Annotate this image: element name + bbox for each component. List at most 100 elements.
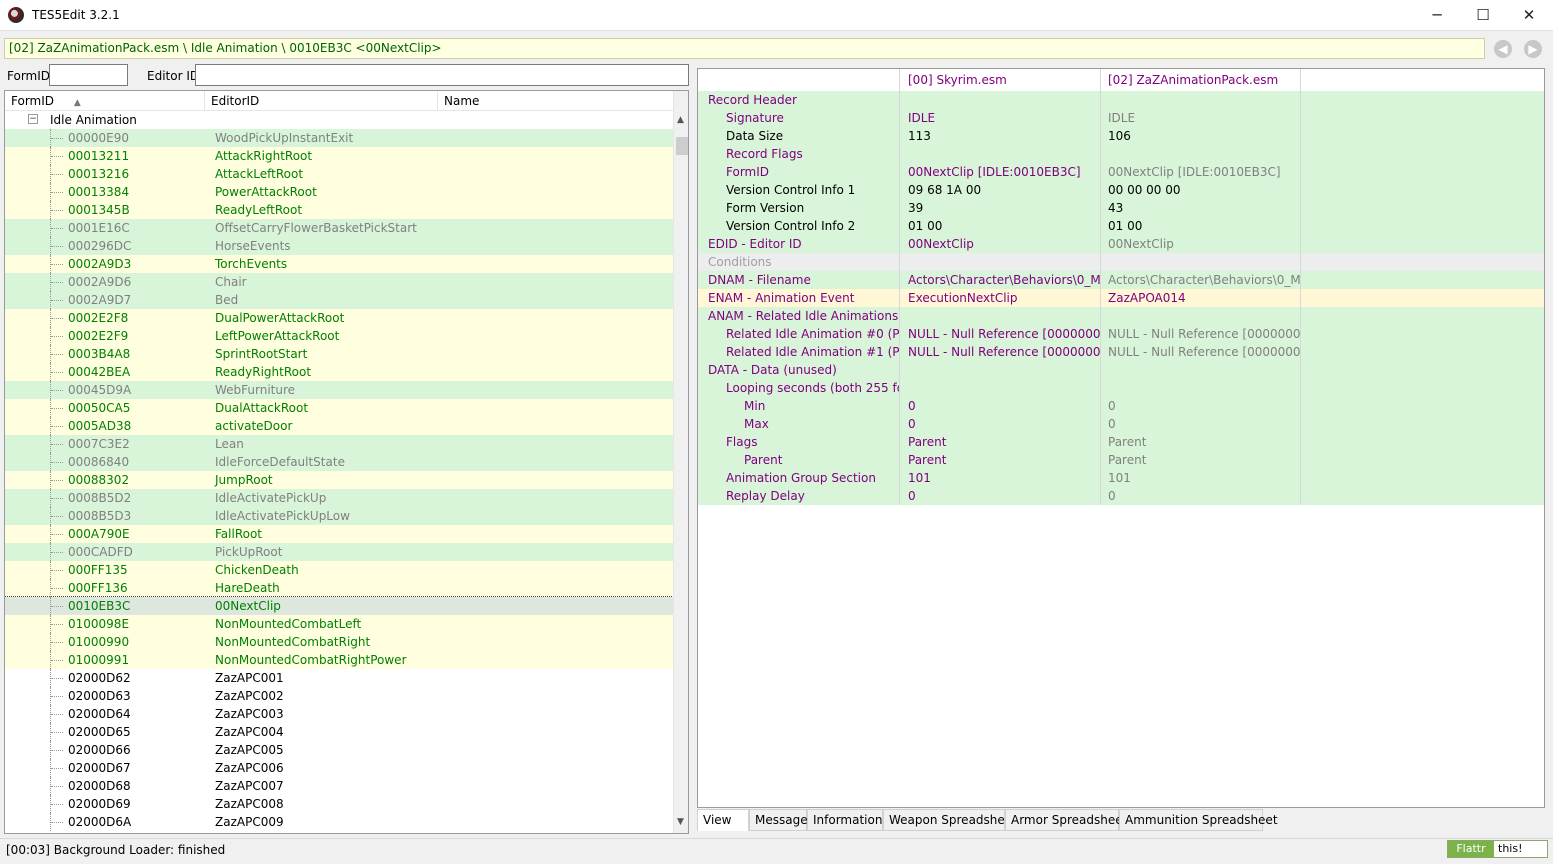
- tree-row[interactable]: 00050CA5 DualAttackRoot: [5, 399, 673, 417]
- tree-row[interactable]: 0001345B ReadyLeftRoot: [5, 201, 673, 219]
- tree-row[interactable]: 02000D66 ZazAPC005: [5, 741, 673, 759]
- grid-header-zaz[interactable]: [02] ZaZAnimationPack.esm: [1108, 69, 1300, 91]
- tree-row[interactable]: 00042BEA ReadyRightRoot: [5, 363, 673, 381]
- grid-header-skyrim[interactable]: [00] Skyrim.esm: [908, 69, 1100, 91]
- tree-row[interactable]: 0002A9D6 Chair: [5, 273, 673, 291]
- grid-row[interactable]: Data Size 113 106: [698, 127, 1544, 145]
- grid-row[interactable]: Looping seconds (both 255 fo...: [698, 379, 1544, 397]
- tree-row[interactable]: 0100098E NonMountedCombatLeft: [5, 615, 673, 633]
- grid-row[interactable]: Flags Parent Parent: [698, 433, 1544, 451]
- tree-row[interactable]: 0002E2F8 DualPowerAttackRoot: [5, 309, 673, 327]
- grid-row[interactable]: Signature IDLE IDLE: [698, 109, 1544, 127]
- tree-row[interactable]: 00045D9A WebFurniture: [5, 381, 673, 399]
- record-tree[interactable]: FormID ▲ EditorID Name − Idle Animation …: [4, 90, 689, 834]
- collapse-icon[interactable]: −: [28, 114, 38, 124]
- grid-row[interactable]: Form Version 39 43: [698, 199, 1544, 217]
- tree-row[interactable]: 000CADFD PickUpRoot: [5, 543, 673, 561]
- record-view-grid[interactable]: [00] Skyrim.esm [02] ZaZAnimationPack.es…: [697, 68, 1545, 808]
- grid-row[interactable]: EDID - Editor ID 00NextClip 00NextClip: [698, 235, 1544, 253]
- scroll-thumb[interactable]: [676, 137, 688, 155]
- tree-row[interactable]: 0001E16C OffsetCarryFlowerBasketPickStart: [5, 219, 673, 237]
- grid-row[interactable]: Parent Parent Parent: [698, 451, 1544, 469]
- tab-weapon-spreadsheet[interactable]: Weapon Spreadsheet: [883, 809, 1017, 831]
- grid-row[interactable]: Replay Delay 0 0: [698, 487, 1544, 505]
- tree-row[interactable]: 0007C3E2 Lean: [5, 435, 673, 453]
- grid-row[interactable]: Related Idle Animation #0 (Par... NULL - …: [698, 325, 1544, 343]
- grid-row[interactable]: Min 0 0: [698, 397, 1544, 415]
- grid-row[interactable]: ENAM - Animation Event ExecutionNextClip Z…: [698, 289, 1544, 307]
- grid-field-name: Parent: [698, 451, 900, 469]
- tree-row[interactable]: 0008B5D3 IdleActivatePickUpLow: [5, 507, 673, 525]
- tree-row[interactable]: 02000D64 ZazAPC003: [5, 705, 673, 723]
- column-editorid[interactable]: EditorID: [205, 91, 438, 111]
- tree-row[interactable]: 00086840 IdleForceDefaultState: [5, 453, 673, 471]
- row-formid: 01000990: [68, 635, 130, 649]
- grid-row[interactable]: FormID 00NextClip [IDLE:0010EB3C] 00NextCl…: [698, 163, 1544, 181]
- grid-value-zaz: IDLE: [1108, 111, 1136, 125]
- pane-splitter[interactable]: [690, 64, 694, 836]
- tree-row[interactable]: 01000990 NonMountedCombatRight: [5, 633, 673, 651]
- tab-armor-spreadsheet[interactable]: Armor Spreadsheet: [1005, 809, 1127, 831]
- tree-row[interactable]: 0010EB3C 00NextClip: [5, 596, 674, 616]
- grid-row[interactable]: Record Header: [698, 91, 1544, 109]
- grid-row[interactable]: Record Flags: [698, 145, 1544, 163]
- forward-button[interactable]: ▶: [1524, 40, 1542, 58]
- tree-group-idle-animation[interactable]: − Idle Animation: [5, 111, 673, 129]
- flattr-button[interactable]: Flattr this!: [1447, 840, 1548, 858]
- grid-value-skyrim: [908, 307, 1100, 325]
- minimize-button[interactable]: ─: [1414, 0, 1460, 31]
- tree-row[interactable]: 000A790E FallRoot: [5, 525, 673, 543]
- tree-row[interactable]: 02000D68 ZazAPC007: [5, 777, 673, 795]
- tree-row[interactable]: 000FF136 HareDeath: [5, 579, 673, 597]
- tree-row[interactable]: 02000D63 ZazAPC002: [5, 687, 673, 705]
- grid-row[interactable]: Version Control Info 2 01 00 01 00: [698, 217, 1544, 235]
- tree-row[interactable]: 000FF135 ChickenDeath: [5, 561, 673, 579]
- grid-row[interactable]: DATA - Data (unused): [698, 361, 1544, 379]
- grid-row[interactable]: Conditions: [698, 253, 1544, 271]
- scroll-down-icon[interactable]: ▼: [677, 817, 684, 827]
- tree-row[interactable]: 00088302 JumpRoot: [5, 471, 673, 489]
- tree-row[interactable]: 0002E2F9 LeftPowerAttackRoot: [5, 327, 673, 345]
- tab-information[interactable]: Information: [807, 809, 883, 831]
- column-name[interactable]: Name: [438, 91, 673, 111]
- grid-row[interactable]: Max 0 0: [698, 415, 1544, 433]
- row-editorid: PowerAttackRoot: [215, 185, 317, 199]
- tree-row[interactable]: 02000D62 ZazAPC001: [5, 669, 673, 687]
- grid-row[interactable]: Version Control Info 1 09 68 1A 00 00 00 0…: [698, 181, 1544, 199]
- tree-row[interactable]: 02000D65 ZazAPC004: [5, 723, 673, 741]
- tree-row[interactable]: 00013216 AttackLeftRoot: [5, 165, 673, 183]
- editorid-filter-input[interactable]: [195, 64, 689, 86]
- row-formid: 000FF135: [68, 563, 128, 577]
- grid-row[interactable]: DNAM - Filename Actors\Character\Behavior…: [698, 271, 1544, 289]
- scroll-up-icon[interactable]: ▲: [677, 115, 684, 125]
- grid-header: [00] Skyrim.esm [02] ZaZAnimationPack.es…: [698, 69, 1544, 91]
- close-button[interactable]: ✕: [1506, 0, 1552, 31]
- row-editorid: ReadyLeftRoot: [215, 203, 303, 217]
- tab-messages[interactable]: Messages: [749, 809, 814, 831]
- tree-scrollbar[interactable]: ▲ ▼: [673, 91, 688, 833]
- tree-row[interactable]: 0002A9D3 TorchEvents: [5, 255, 673, 273]
- grid-row[interactable]: Related Idle Animation #1 (Pre... NULL - …: [698, 343, 1544, 361]
- tree-row[interactable]: 000296DC HorseEvents: [5, 237, 673, 255]
- tree-row[interactable]: 0008B5D2 IdleActivatePickUp: [5, 489, 673, 507]
- back-button[interactable]: ◀: [1494, 40, 1512, 58]
- tree-row[interactable]: 0005AD38 activateDoor: [5, 417, 673, 435]
- tree-row[interactable]: 0003B4A8 SprintRootStart: [5, 345, 673, 363]
- formid-filter-input[interactable]: [49, 64, 128, 86]
- tab-ammunition-spreadsheet[interactable]: Ammunition Spreadsheet: [1119, 809, 1278, 831]
- row-formid: 02000D68: [68, 779, 131, 793]
- tree-row[interactable]: 02000D67 ZazAPC006: [5, 759, 673, 777]
- tree-row[interactable]: 02000D6A ZazAPC009: [5, 813, 673, 831]
- grid-row[interactable]: Animation Group Section 101 101: [698, 469, 1544, 487]
- tree-row[interactable]: 0002A9D7 Bed: [5, 291, 673, 309]
- tab-view[interactable]: View: [697, 809, 749, 831]
- grid-row[interactable]: ANAM - Related Idle Animations: [698, 307, 1544, 325]
- tree-row[interactable]: 01000991 NonMountedCombatRightPower: [5, 651, 673, 669]
- tree-row[interactable]: 00000E90 WoodPickUpInstantExit: [5, 129, 673, 147]
- tree-row[interactable]: 00013384 PowerAttackRoot: [5, 183, 673, 201]
- grid-field-name: Replay Delay: [698, 487, 900, 505]
- maximize-button[interactable]: ☐: [1460, 0, 1506, 31]
- column-formid[interactable]: FormID ▲: [5, 91, 205, 111]
- tree-row[interactable]: 00013211 AttackRightRoot: [5, 147, 673, 165]
- tree-row[interactable]: 02000D69 ZazAPC008: [5, 795, 673, 813]
